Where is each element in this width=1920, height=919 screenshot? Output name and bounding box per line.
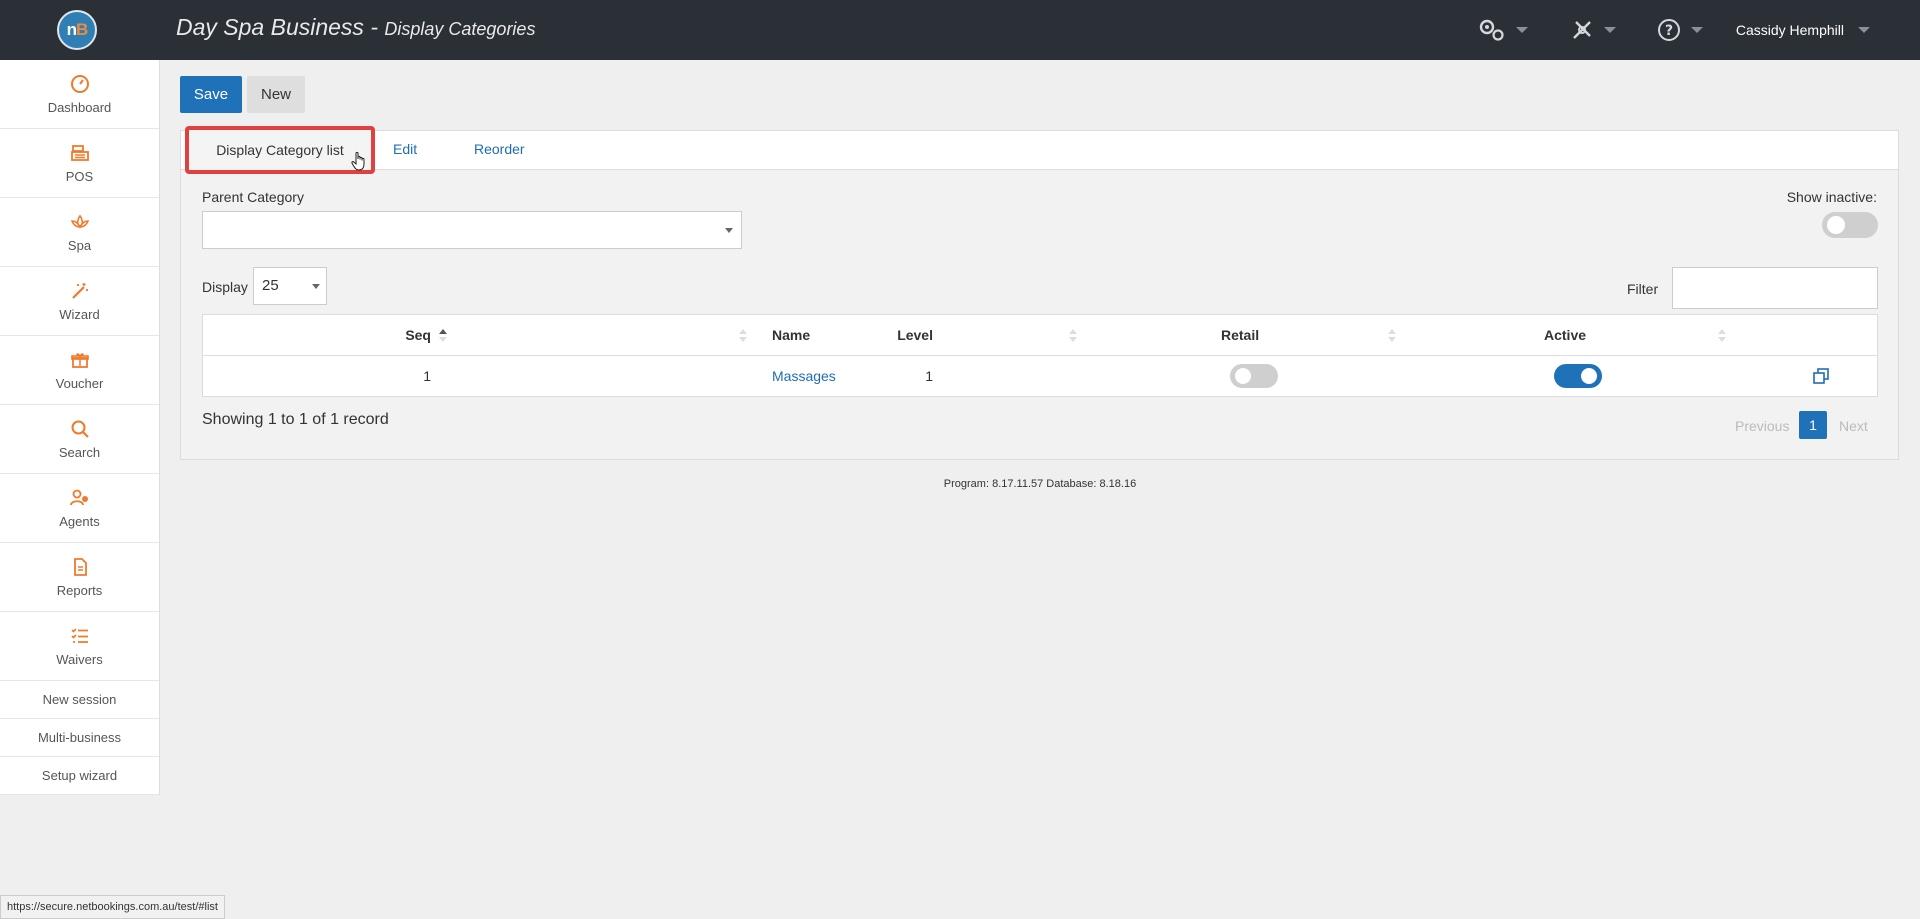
tab-reorder[interactable]: Reorder — [474, 141, 525, 157]
sidebar-item-dashboard[interactable]: Dashboard — [0, 60, 159, 129]
register-icon — [70, 144, 89, 161]
svg-text:?: ? — [1665, 23, 1673, 39]
active-toggle[interactable] — [1554, 364, 1602, 388]
page-size-select[interactable]: 25 — [253, 267, 327, 305]
top-bar: nB Day Spa Business - Display Categories… — [0, 0, 1920, 60]
previous-button[interactable]: Previous — [1735, 418, 1789, 434]
sidebar-link-setup-wizard[interactable]: Setup wizard — [0, 757, 159, 795]
search-icon — [71, 420, 89, 438]
tools-menu[interactable] — [1570, 18, 1616, 42]
cell-name-link[interactable]: Massages — [772, 368, 836, 384]
column-name[interactable]: Name — [772, 327, 810, 343]
sort-asc-icon — [439, 329, 447, 342]
filter-input[interactable] — [1672, 267, 1878, 309]
filter-label: Filter — [1627, 281, 1659, 297]
magic-wand-icon — [71, 282, 88, 299]
tools-icon — [1573, 21, 1591, 39]
table-row: 1 1 Massages — [203, 356, 1877, 396]
chevron-down-icon — [1691, 27, 1703, 33]
table-header: Seq Level Name Retail Active — [203, 315, 1877, 356]
sort-icon — [1718, 329, 1726, 342]
column-level[interactable]: Level — [897, 327, 933, 343]
chevron-down-icon — [1604, 27, 1616, 33]
gears-icon — [1479, 19, 1504, 41]
tab-edit[interactable]: Edit — [393, 141, 417, 157]
document-icon — [73, 557, 87, 576]
dashboard-icon — [70, 74, 89, 93]
cell-level: 1 — [925, 368, 933, 384]
user-menu[interactable]: Cassidy Hemphill — [1736, 22, 1870, 38]
show-inactive-toggle[interactable] — [1822, 212, 1878, 238]
show-inactive-label: Show inactive: — [1786, 189, 1877, 205]
sidebar-item-voucher[interactable]: Voucher — [0, 336, 159, 405]
tab-bar: Display Category list Edit Reorder — [181, 126, 1898, 174]
sidebar-link-new-session[interactable]: New session — [0, 681, 159, 719]
sort-icon — [739, 329, 747, 342]
page-1-button[interactable]: 1 — [1799, 411, 1827, 439]
help-icon: ? — [1658, 19, 1680, 41]
sidebar-item-reports[interactable]: Reports — [0, 543, 159, 612]
category-table: Seq Level Name Retail Active 1 1 Massage… — [202, 314, 1878, 397]
settings-menu[interactable] — [1478, 18, 1528, 42]
checklist-icon — [70, 627, 88, 643]
column-active[interactable]: Active — [1544, 327, 1586, 343]
chevron-down-icon — [1516, 27, 1528, 33]
column-seq[interactable]: Seq — [405, 327, 431, 343]
sidebar-item-waivers[interactable]: Waivers — [0, 612, 159, 681]
chevron-down-icon — [1858, 27, 1870, 33]
lotus-icon — [70, 214, 89, 229]
next-button[interactable]: Next — [1839, 418, 1868, 434]
sidebar-item-wizard[interactable]: Wizard — [0, 267, 159, 336]
sidebar-item-spa[interactable]: Spa — [0, 198, 159, 267]
copy-icon[interactable] — [1813, 368, 1829, 384]
help-menu[interactable]: ? — [1657, 18, 1703, 42]
status-bar-url: https://secure.netbookings.com.au/test/#… — [0, 895, 225, 919]
dropdown-arrow-icon — [312, 284, 320, 289]
parent-category-select[interactable] — [202, 211, 742, 249]
parent-category-label: Parent Category — [202, 189, 304, 205]
dropdown-arrow-icon — [725, 228, 733, 233]
logo[interactable]: nB — [57, 10, 97, 50]
cell-seq: 1 — [423, 368, 431, 384]
version-info: Program: 8.17.11.57 Database: 8.18.16 — [943, 478, 1137, 490]
sidebar-item-pos[interactable]: POS — [0, 129, 159, 198]
retail-toggle[interactable] — [1230, 364, 1278, 388]
user-name: Cassidy Hemphill — [1735, 22, 1844, 38]
page-title: Day Spa Business - Display Categories — [176, 14, 536, 40]
sidebar-item-search[interactable]: Search — [0, 405, 159, 474]
sidebar-link-multi-business[interactable]: Multi-business — [0, 719, 159, 757]
main-panel: Display Category list Edit Reorder Paren… — [180, 126, 1899, 460]
sort-icon — [1069, 329, 1077, 342]
gift-icon — [70, 352, 89, 368]
agents-icon — [69, 489, 88, 505]
tab-display-category-list[interactable]: Display Category list — [185, 126, 375, 174]
hand-cursor-icon — [351, 151, 365, 171]
record-count: Showing 1 to 1 of 1 record — [202, 411, 389, 428]
new-button[interactable]: New — [247, 76, 305, 113]
sort-icon — [1388, 329, 1396, 342]
save-button[interactable]: Save — [180, 76, 242, 113]
sidebar: Dashboard POS Spa Wizard Voucher Search … — [0, 60, 160, 795]
display-label: Display — [202, 279, 248, 295]
column-retail[interactable]: Retail — [1221, 327, 1259, 343]
